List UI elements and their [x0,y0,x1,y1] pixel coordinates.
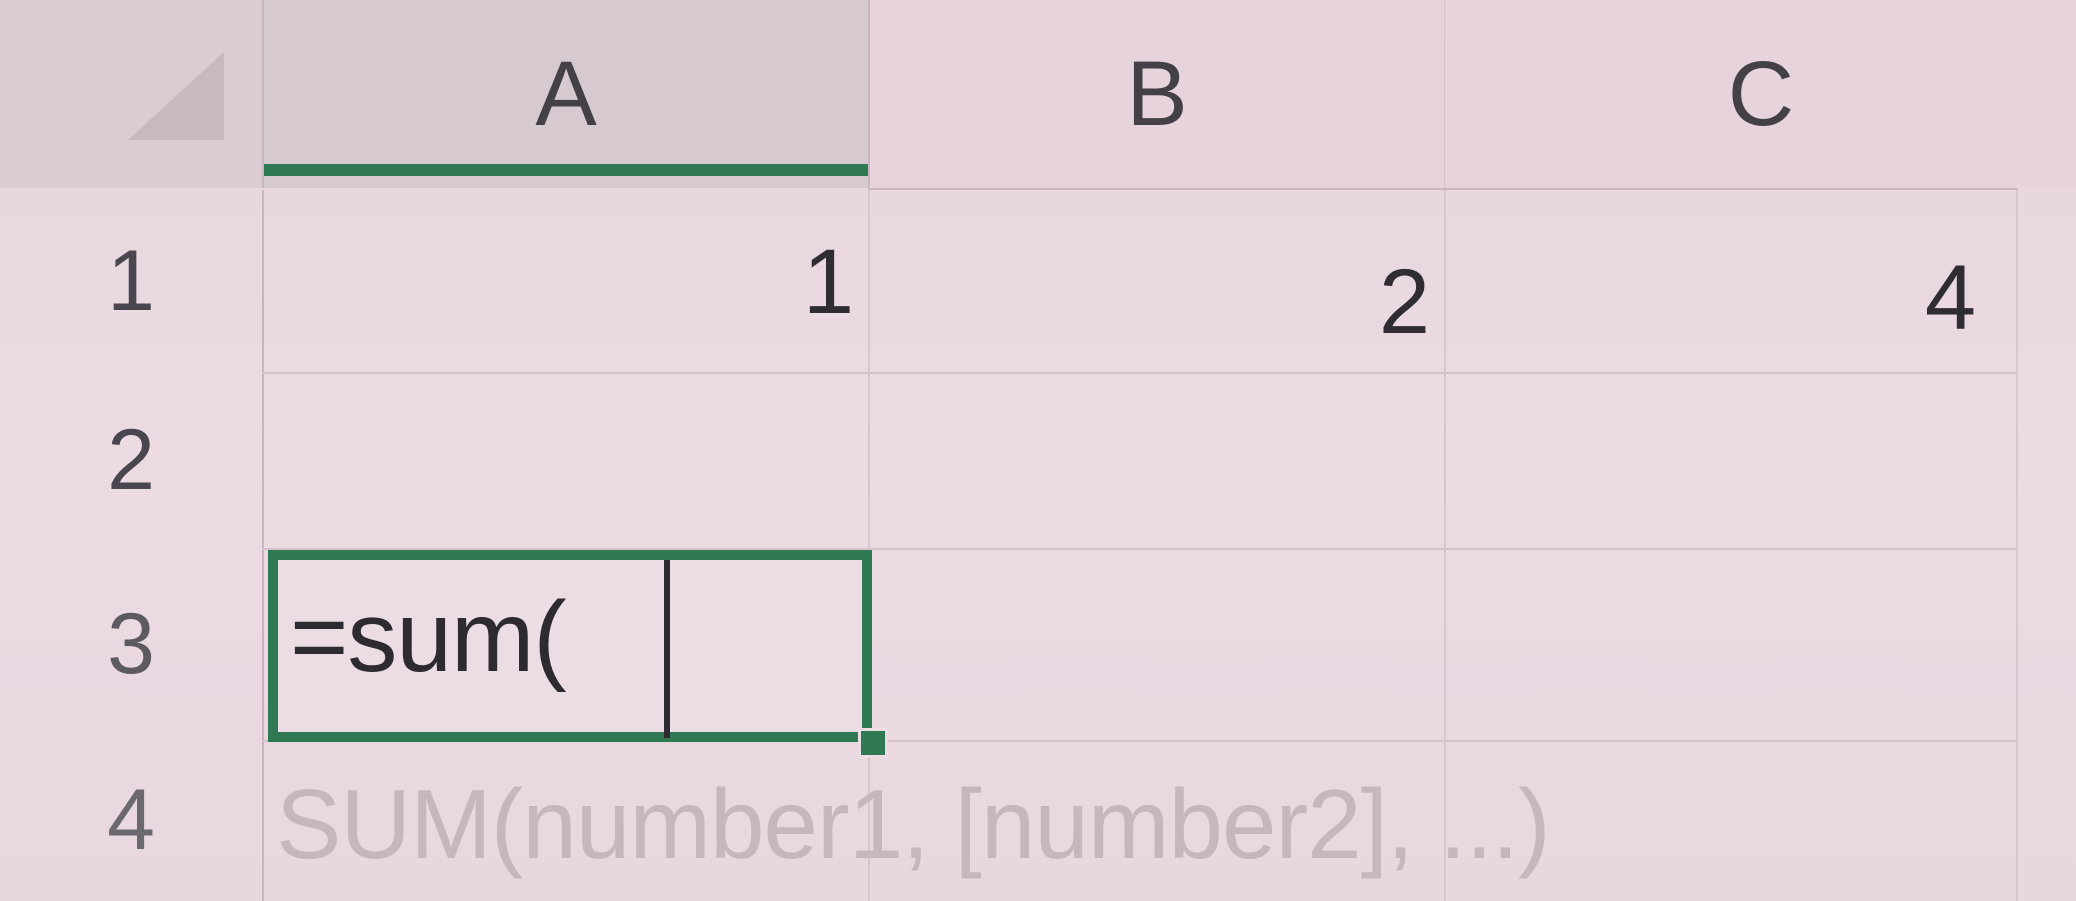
cell-c1[interactable]: 4 [1446,246,1976,351]
column-header-c-label: C [1727,42,1795,145]
spreadsheet-grid: A B C 1 2 3 4 1 2 4 =sum( SUM(number1, [… [0,0,2076,901]
column-header-b[interactable]: B [870,0,1445,188]
column-header-b-label: B [1126,42,1188,145]
fill-handle[interactable] [858,728,888,758]
gridline-col-c [2016,190,2018,901]
row-header-4[interactable]: 4 [0,740,264,901]
gridline-row-1 [262,372,2018,374]
select-all-triangle-icon [128,52,224,140]
text-cursor [664,560,670,738]
row-header-1-label: 1 [107,232,155,329]
column-a-selected-indicator [264,164,868,176]
cell-a1[interactable]: 1 [264,230,854,335]
select-all-corner[interactable] [0,0,264,188]
row-header-2-label: 2 [107,411,155,508]
column-header-a[interactable]: A [264,0,870,188]
row-header-3[interactable]: 3 [0,548,264,740]
row-header-2[interactable]: 2 [0,372,264,548]
function-signature-tooltip[interactable]: SUM(number1, [number2], ...) [276,768,1551,881]
row-header-1[interactable]: 1 [0,190,264,372]
column-header-a-label: A [535,42,597,145]
row-header-4-label: 4 [107,772,155,868]
cell-b1[interactable]: 2 [870,250,1430,355]
column-header-c[interactable]: C [1446,0,2076,188]
cell-a3-formula-input[interactable]: =sum( [290,580,567,695]
row-header-3-label: 3 [107,595,155,692]
header-divider [868,188,2018,190]
